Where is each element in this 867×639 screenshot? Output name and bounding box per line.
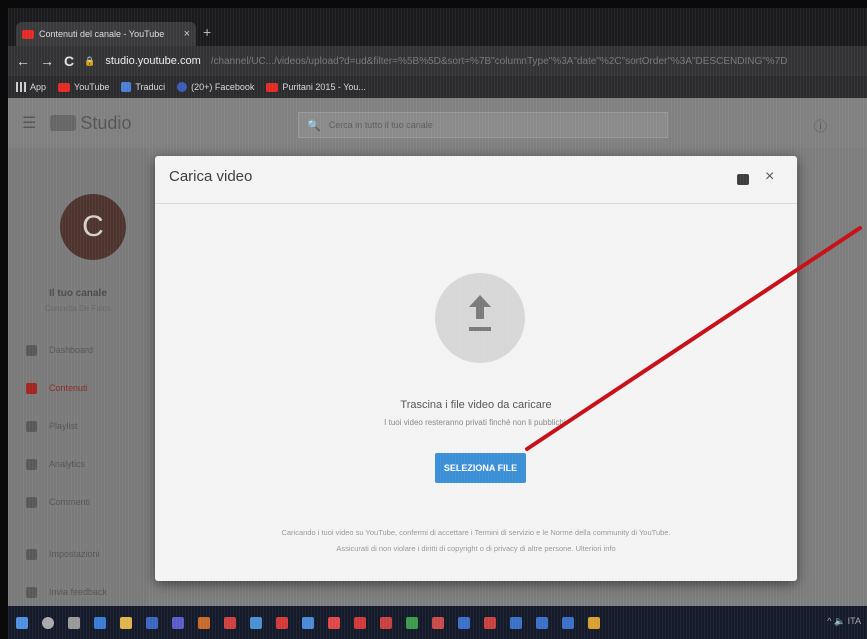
windows-taskbar: ^ 🔈 ITA xyxy=(8,606,867,639)
new-tab-button[interactable]: + xyxy=(203,24,211,40)
studio-logo-label: Studio xyxy=(80,112,132,133)
app-icon[interactable] xyxy=(536,616,548,629)
dialog-header: Carica video × xyxy=(155,156,797,204)
sidebar-item-impostazioni[interactable]: Impostazioni xyxy=(8,542,148,566)
apps-grid-icon xyxy=(16,82,26,92)
photo-edge-left xyxy=(0,0,8,639)
system-tray: ^ 🔈 ITA xyxy=(827,616,861,626)
bookmarks-bar: App YouTube Traduci (20+) Facebook Purit… xyxy=(8,76,867,98)
sidebar-item-playlist[interactable]: Playlist xyxy=(8,414,148,438)
browser-tab-bar: Contenuti del canale - YouTube × + xyxy=(8,8,867,46)
dashboard-icon xyxy=(26,344,37,356)
channel-name: Il tuo canale xyxy=(49,288,107,299)
sidebar-item-analytics[interactable]: Analytics xyxy=(8,452,148,476)
bookmark-youtube[interactable]: YouTube xyxy=(58,82,109,92)
sidebar: C Il tuo canale Concetta De Falco Dashbo… xyxy=(8,148,148,618)
bookmark-puritani[interactable]: Puritani 2015 - You... xyxy=(266,82,366,92)
select-files-button[interactable]: SELEZIONA FILE xyxy=(435,453,526,483)
analytics-icon xyxy=(26,458,37,470)
store-icon[interactable] xyxy=(146,616,158,629)
gear-icon xyxy=(26,548,37,560)
app-icon[interactable] xyxy=(432,616,444,629)
app-icon[interactable] xyxy=(484,616,496,629)
facebook-icon xyxy=(177,82,188,92)
app-icon[interactable] xyxy=(380,616,392,629)
start-icon[interactable] xyxy=(16,616,28,629)
back-icon[interactable]: ← xyxy=(16,53,30,69)
lock-icon: 🔒 xyxy=(84,55,96,66)
sidebar-item-dashboard[interactable]: Dashboard xyxy=(8,338,148,362)
sidebar-item-feedback[interactable]: Invia feedback xyxy=(8,580,148,604)
avatar-letter: C xyxy=(82,210,104,243)
app-icon[interactable] xyxy=(198,616,210,629)
app-icon[interactable] xyxy=(224,616,236,629)
app-icon[interactable] xyxy=(588,616,600,629)
bookmark-facebook[interactable]: (20+) Facebook xyxy=(177,82,254,92)
copyright-text: Assicurati di non violare i diritti di c… xyxy=(336,544,616,553)
app-icon[interactable] xyxy=(172,616,184,629)
close-icon[interactable]: × xyxy=(765,168,774,186)
tab-close-icon[interactable]: × xyxy=(184,28,190,40)
youtube-icon xyxy=(58,82,71,92)
playlist-icon xyxy=(26,420,37,432)
folder-icon[interactable] xyxy=(120,616,132,629)
bookmark-apps[interactable]: App xyxy=(16,82,46,92)
app-icon[interactable] xyxy=(562,616,574,629)
app-icon[interactable] xyxy=(354,616,366,629)
app-icon[interactable] xyxy=(510,616,522,629)
upload-drop-zone[interactable] xyxy=(435,273,525,363)
browser-tab[interactable]: Contenuti del canale - YouTube × xyxy=(16,22,196,46)
url-path[interactable]: /channel/UC.../videos/upload?d=ud&filter… xyxy=(211,56,788,67)
edge-icon[interactable] xyxy=(94,616,106,629)
send-feedback-icon[interactable] xyxy=(737,174,749,185)
avatar[interactable]: C xyxy=(60,194,126,260)
upload-dialog: Carica video × Trascina i file video da … xyxy=(155,156,797,581)
video-content-icon xyxy=(26,382,37,394)
word-icon[interactable] xyxy=(458,616,470,629)
screen: Contenuti del canale - YouTube × + ← → C… xyxy=(8,8,867,639)
dialog-title: Carica video xyxy=(169,168,253,185)
youtube-icon xyxy=(266,82,279,92)
bookmark-translate[interactable]: Traduci xyxy=(121,82,165,92)
upload-arrow-icon xyxy=(469,295,491,331)
help-icon[interactable]: ⓘ xyxy=(814,116,827,135)
search-icon[interactable] xyxy=(42,616,54,629)
drop-title: Trascina i file video da caricare xyxy=(400,399,552,411)
comments-icon xyxy=(26,496,37,508)
feedback-icon xyxy=(26,586,37,598)
drop-subtitle: I tuoi video resteranno privati finché n… xyxy=(384,418,568,427)
photo-edge-top xyxy=(0,0,867,8)
url-host[interactable]: studio.youtube.com xyxy=(105,55,200,67)
search-placeholder: Cerca in tutto il tuo canale xyxy=(328,120,433,130)
hamburger-menu-icon[interactable]: ☰ xyxy=(22,113,36,133)
search-input[interactable]: 🔍 Cerca in tutto il tuo canale xyxy=(298,112,668,138)
app-icon[interactable] xyxy=(250,616,262,629)
forward-icon[interactable]: → xyxy=(40,53,54,69)
search-icon: 🔍 xyxy=(307,119,321,132)
sidebar-item-commenti[interactable]: Commenti xyxy=(8,490,148,514)
task-view-icon[interactable] xyxy=(68,616,80,629)
app-icon[interactable] xyxy=(276,616,288,629)
chrome-icon[interactable] xyxy=(328,616,340,629)
terms-text: Caricando i tuoi video su YouTube, confe… xyxy=(281,528,671,537)
youtube-icon xyxy=(22,29,34,39)
translate-icon xyxy=(121,82,132,92)
tab-title: Contenuti del canale - YouTube xyxy=(39,29,165,39)
sidebar-item-contenuti[interactable]: Contenuti xyxy=(8,376,148,400)
address-bar: ← → C 🔒 studio.youtube.com /channel/UC..… xyxy=(8,46,867,76)
app-icon[interactable] xyxy=(406,616,418,629)
channel-owner: Concetta De Falco xyxy=(44,304,112,313)
studio-logo[interactable]: Studio xyxy=(50,113,131,134)
app-icon[interactable] xyxy=(302,616,314,629)
studio-header: ☰ Studio 🔍 Cerca in tutto il tuo canale … xyxy=(8,98,867,148)
reload-icon[interactable]: C xyxy=(64,53,74,69)
youtube-logo-icon xyxy=(50,115,77,131)
